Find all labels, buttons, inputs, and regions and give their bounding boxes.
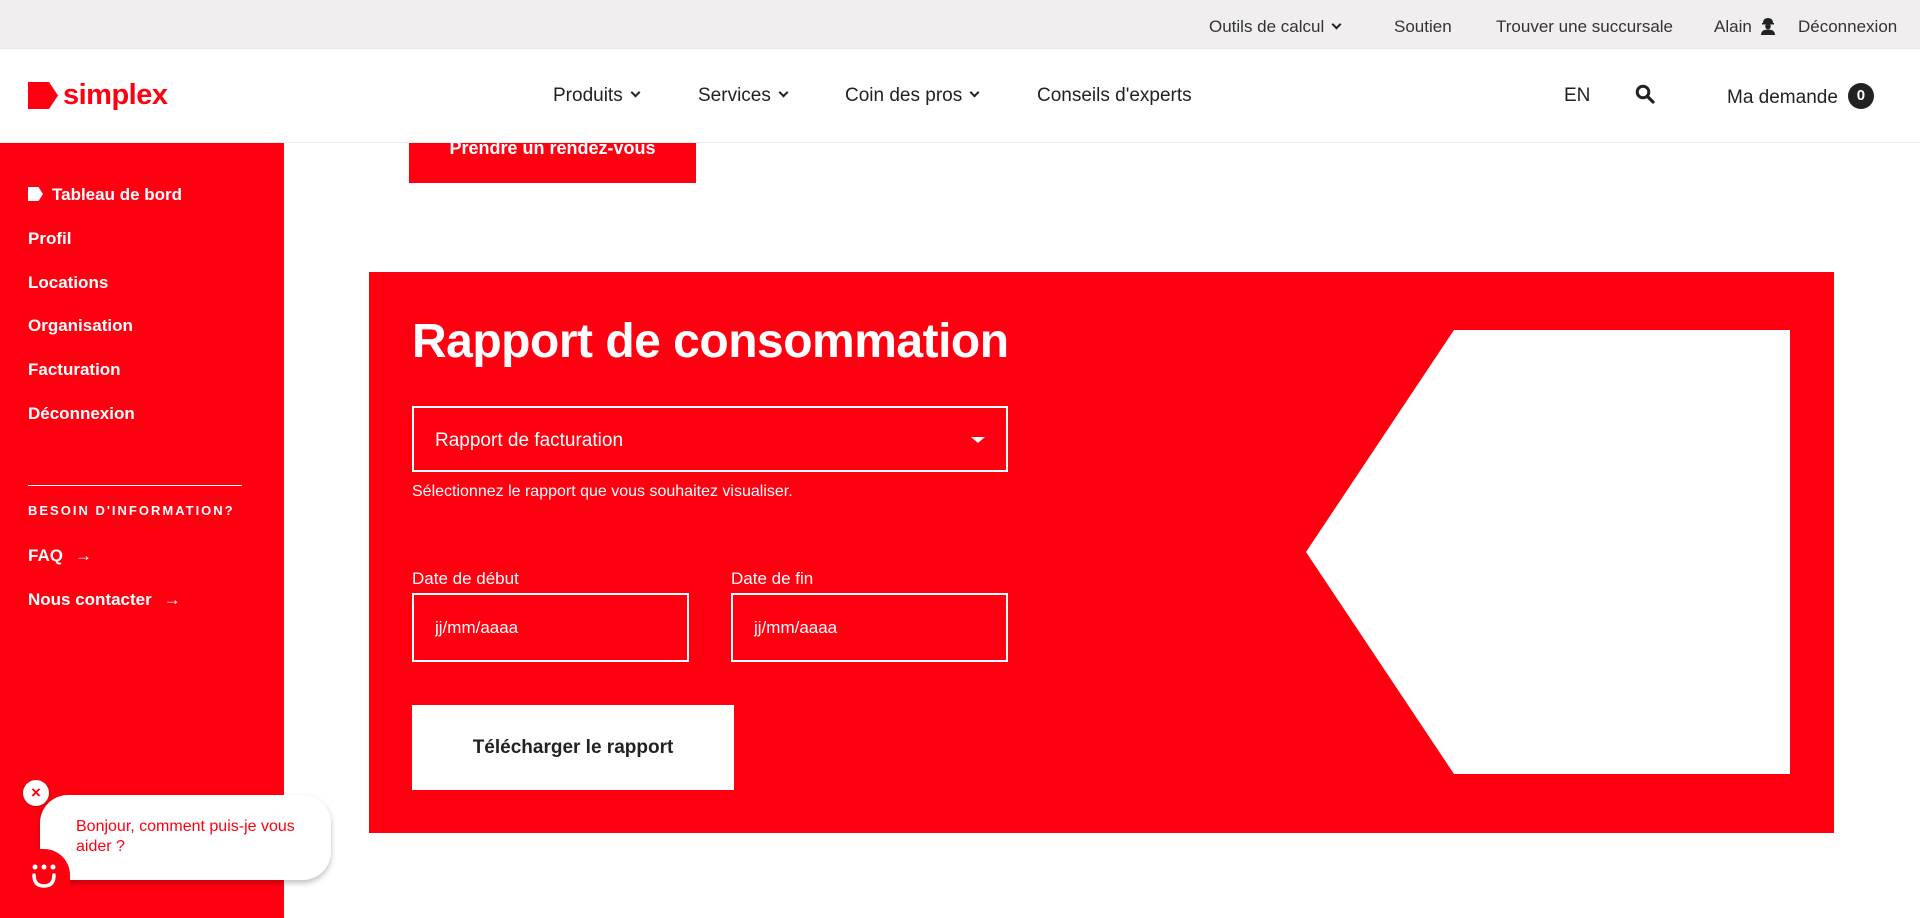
faq-label: FAQ [28,546,63,565]
decorative-arrow-shape [1306,330,1790,774]
arrow-right-icon: → [163,590,181,609]
contact-link[interactable]: Nous contacter → [28,590,181,610]
report-type-select[interactable]: Rapport de facturation [412,406,1008,472]
active-flag-icon [28,187,43,201]
chevron-down-icon [969,87,980,98]
language-toggle[interactable]: EN [1564,85,1590,107]
start-date-input[interactable] [412,593,689,662]
sidebar-item-locations[interactable]: Locations [28,273,108,293]
chevron-down-icon [778,87,789,98]
utility-bar: Outils de calcul Soutien Trouver une suc… [0,0,1920,49]
panel-title: Rapport de consommation [412,315,1009,368]
nav-services-label: Services [698,85,771,106]
end-date-label: Date de fin [731,569,814,588]
calculator-tools-label: Outils de calcul [1209,17,1325,36]
logo-text: simplex [63,79,168,111]
nav-coin-des-pros[interactable]: Coin des pros [845,85,980,107]
worker-user-icon [1760,18,1775,35]
nav-produits[interactable]: Produits [553,85,641,107]
chat-close-button[interactable]: × [23,780,49,806]
report-type-helper: Sélectionnez le rapport que vous souhait… [412,483,793,500]
sidebar-item-logout[interactable]: Déconnexion [28,404,135,424]
nav-conseils-experts[interactable]: Conseils d'experts [1037,85,1192,107]
calculator-tools-menu[interactable]: Outils de calcul [1209,17,1342,37]
chevron-down-icon [1331,19,1342,30]
faq-link[interactable]: FAQ → [28,546,92,566]
sidebar-item-billing[interactable]: Facturation [28,360,121,380]
caret-down-icon [971,437,985,443]
logo-mark-icon [28,82,58,109]
nav-coin-des-pros-label: Coin des pros [845,85,963,106]
start-date-label: Date de début [412,569,519,588]
contact-label: Nous contacter [28,590,152,609]
find-branch-link[interactable]: Trouver une succursale [1496,17,1673,37]
nav-services[interactable]: Services [698,85,789,107]
user-name: Alain [1714,17,1752,36]
close-icon: × [31,783,41,802]
report-type-value: Rapport de facturation [435,430,624,451]
chat-greeting-bubble[interactable]: Bonjour, comment puis-je vous aider ? [40,795,331,880]
info-heading: BESOIN D'INFORMATION? [28,503,235,518]
main-header: simplex Produits Services Coin des pros … [0,49,1920,143]
download-report-button[interactable]: Télécharger le rapport [412,705,734,790]
sidebar-item-organisation[interactable]: Organisation [28,316,133,336]
sidebar-divider [28,485,242,486]
my-request-button[interactable]: Ma demande 0 [1727,83,1874,111]
smiley-icon [32,864,56,888]
arrow-right-icon: → [74,546,92,565]
decorative-arrow-polygon [1306,330,1790,774]
sidebar-item-profile[interactable]: Profil [28,229,71,249]
simplex-logo[interactable]: simplex [28,79,168,111]
sidebar-item-dashboard[interactable]: Tableau de bord [28,185,182,205]
sidebar-item-label: Tableau de bord [52,185,183,204]
support-link[interactable]: Soutien [1394,17,1452,37]
chat-greeting-text: Bonjour, comment puis-je vous aider ? [76,818,295,855]
chevron-down-icon [630,87,641,98]
my-request-label: Ma demande [1727,87,1838,109]
search-icon [1635,84,1655,104]
appointment-button[interactable]: Prendre un rendez-vous [409,138,696,183]
nav-produits-label: Produits [553,85,623,106]
chat-launcher[interactable] [14,849,70,901]
user-account-link[interactable]: Alain [1714,17,1776,37]
consumption-report-panel: Rapport de consommation Rapport de factu… [369,272,1834,833]
search-button[interactable] [1635,84,1655,110]
end-date-input[interactable] [731,593,1008,662]
logout-link-top[interactable]: Déconnexion [1798,17,1897,37]
request-count-badge: 0 [1847,83,1874,109]
appointment-button-label: Prendre un rendez-vous [449,138,656,158]
